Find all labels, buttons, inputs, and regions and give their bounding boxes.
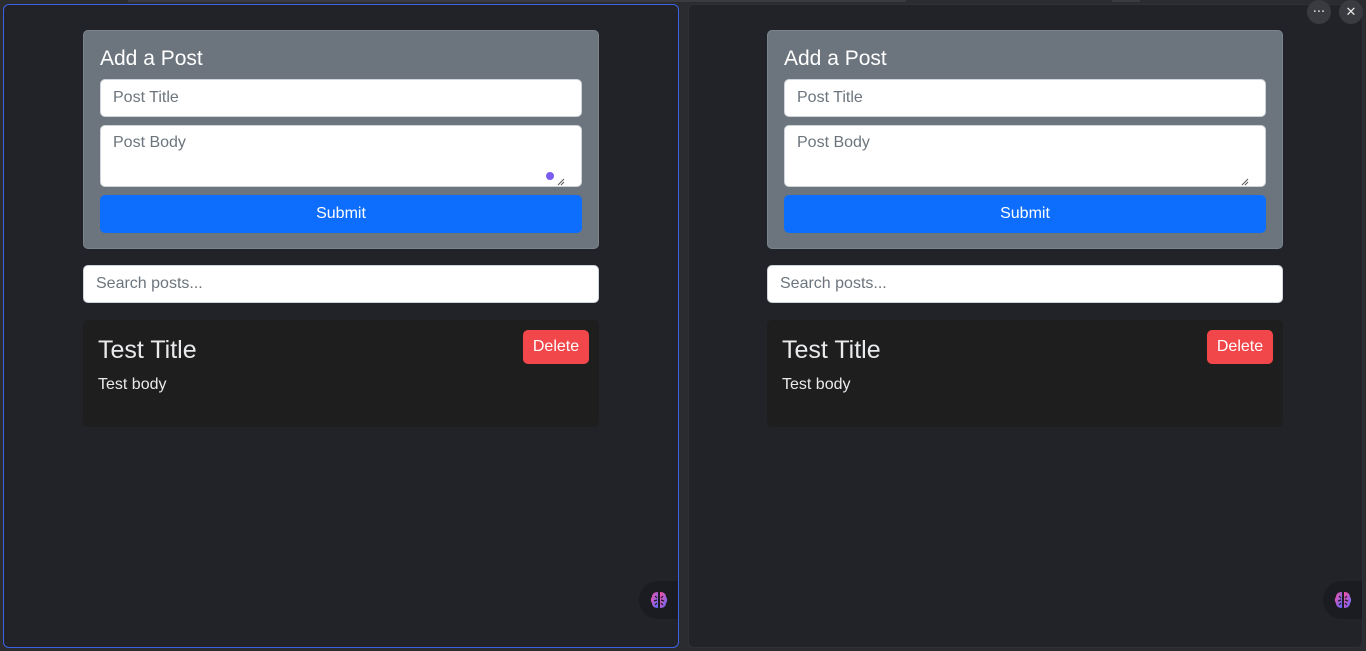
form-title: Add a Post xyxy=(784,47,887,70)
brain-assistant-button[interactable] xyxy=(1323,581,1362,619)
resize-handle-icon[interactable] xyxy=(557,178,565,186)
post-title: Test Title xyxy=(98,336,197,364)
search-input[interactable] xyxy=(83,265,599,303)
add-post-form: Add a Post Submit xyxy=(767,30,1283,249)
tab-strip-segment xyxy=(128,0,906,2)
post-body-input[interactable] xyxy=(100,125,582,187)
brain-icon xyxy=(650,592,668,608)
more-options-button[interactable]: ··· xyxy=(1307,0,1331,24)
post-title: Test Title xyxy=(782,336,881,364)
submit-button[interactable]: Submit xyxy=(784,195,1266,233)
post-body: Test body xyxy=(98,376,167,393)
right-pane[interactable]: Add a Post Submit Test Title Test body D… xyxy=(688,4,1363,648)
more-horizontal-icon: ··· xyxy=(1312,4,1326,20)
form-title: Add a Post xyxy=(100,47,203,70)
submit-button[interactable]: Submit xyxy=(100,195,582,233)
add-post-form: Add a Post Submit xyxy=(83,30,599,249)
close-button[interactable]: ✕ xyxy=(1339,0,1363,24)
delete-button[interactable]: Delete xyxy=(523,330,589,364)
tab-strip-segment xyxy=(1112,0,1140,2)
post-body-input[interactable] xyxy=(784,125,1266,187)
delete-button[interactable]: Delete xyxy=(1207,330,1273,364)
brain-assistant-button[interactable] xyxy=(639,581,678,619)
close-icon: ✕ xyxy=(1345,4,1357,20)
brain-icon xyxy=(1334,592,1352,608)
left-pane[interactable]: Add a Post Submit Test Title Test body D… xyxy=(3,4,679,648)
resize-handle-icon[interactable] xyxy=(1241,178,1249,186)
post-card: Test Title Test body Delete xyxy=(767,320,1283,427)
post-title-input[interactable] xyxy=(100,79,582,117)
grammar-indicator-dot[interactable] xyxy=(546,172,554,180)
post-card: Test Title Test body Delete xyxy=(83,320,599,427)
post-body: Test body xyxy=(782,376,851,393)
search-input[interactable] xyxy=(767,265,1283,303)
post-title-input[interactable] xyxy=(784,79,1266,117)
